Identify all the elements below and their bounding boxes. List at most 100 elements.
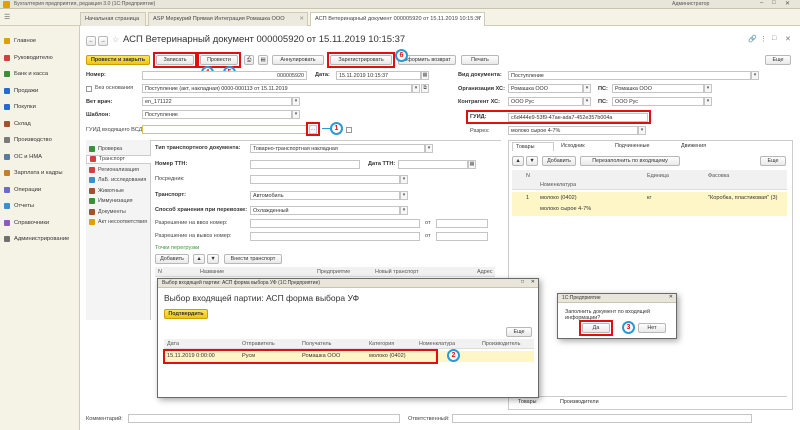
number-field[interactable]: 000005920 [142, 71, 307, 80]
right-tab[interactable]: Подчиненные [612, 142, 674, 151]
post-and-close-button[interactable]: Провести и закрыть [86, 55, 150, 65]
more-icon[interactable]: ⋮ [760, 35, 767, 43]
ps-field[interactable]: Ромашка ООО [612, 84, 704, 93]
back-button[interactable]: ← [86, 36, 96, 46]
chevron-down-icon[interactable]: ▾ [583, 97, 591, 106]
add-point-button[interactable]: Добавить [155, 254, 189, 264]
move-up-button[interactable]: ▲ [512, 156, 524, 166]
doc-type-field[interactable]: Поступление [508, 71, 751, 80]
sidebar-item[interactable]: Зарплата и кадры [4, 168, 63, 178]
move-up-button[interactable]: ▲ [193, 254, 205, 264]
contractor-field[interactable]: ООО Рус [508, 97, 583, 106]
tab-vet-document[interactable]: АСП Ветеринарный документ 000005920 от 1… [310, 12, 485, 26]
sidebar-item[interactable]: Операции [4, 185, 41, 195]
transport-field[interactable]: Автомобиль [250, 191, 400, 200]
export-permit-field[interactable] [250, 232, 420, 241]
sidebar-item[interactable]: Производство [4, 135, 52, 145]
tab-asp-integration[interactable]: ASP Меркурий Прямая Интеграция Ромашка О… [148, 12, 308, 26]
move-down-button[interactable]: ▼ [526, 156, 538, 166]
date-field[interactable]: 15.11.2019 10:15:37 [336, 71, 421, 80]
without-basis-checkbox[interactable] [86, 86, 92, 92]
chevron-down-icon[interactable]: ▾ [292, 97, 300, 106]
calendar-icon[interactable]: ▦ [421, 71, 429, 80]
refill-by-incoming-button[interactable]: Перезаполнить по входящему [580, 156, 680, 166]
sidebar-item[interactable]: Руководителю [4, 53, 53, 63]
checkbox[interactable] [346, 127, 352, 133]
chevron-down-icon[interactable]: ▾ [751, 71, 759, 80]
sidebar-item[interactable]: Справочники [4, 218, 49, 228]
comment-field[interactable] [128, 414, 400, 423]
tab-home[interactable]: Начальная страница [80, 12, 146, 26]
close-icon[interactable]: ✕ [299, 16, 304, 22]
chevron-down-icon[interactable]: ▾ [638, 126, 646, 135]
transport-doc-type-field[interactable]: Товарно-транспортная накладная [250, 144, 425, 153]
vertical-tab[interactable]: Регионализация [86, 165, 151, 174]
responsible-field[interactable] [452, 414, 752, 423]
add-transport-button[interactable]: Внести транспорт [224, 254, 282, 264]
maximize-icon[interactable]: □ [772, 0, 776, 6]
storage-field[interactable]: Охлажденный [250, 206, 400, 215]
no-button[interactable]: Нет [638, 323, 666, 333]
chevron-down-icon[interactable]: ▾ [400, 191, 408, 200]
calendar-icon[interactable]: ▦ [468, 160, 476, 169]
maximize-form-icon[interactable]: □ [772, 35, 776, 42]
link-icon[interactable]: 🔗 [748, 35, 757, 43]
org-field[interactable]: Ромашка ООО [508, 84, 583, 93]
attach-button[interactable]: ⎙ [244, 55, 254, 65]
chevron-down-icon[interactable]: ▾ [425, 144, 433, 153]
breakdown-field[interactable]: молоко сырое 4-7% [508, 126, 638, 135]
vertical-tab[interactable]: Животные [86, 186, 151, 195]
template-field[interactable]: Поступление [142, 110, 292, 119]
close-icon[interactable]: ✕ [476, 16, 481, 22]
favorite-star-icon[interactable]: ☆ [112, 35, 119, 44]
open-icon[interactable]: ⧉ [421, 84, 429, 93]
print-button[interactable]: Печать [461, 55, 499, 65]
close-form-icon[interactable]: ✕ [785, 35, 791, 43]
incoming-guid-field[interactable] [142, 125, 307, 134]
sidebar-item[interactable]: Главное [4, 36, 36, 46]
vertical-tab[interactable]: Проверка [86, 144, 151, 153]
right-tab[interactable]: Движения [678, 142, 736, 151]
vet-field[interactable]: en_171122 [142, 97, 292, 106]
forward-button[interactable]: → [98, 36, 108, 46]
move-down-button[interactable]: ▼ [207, 254, 219, 264]
close-icon[interactable]: ✕ [531, 279, 535, 285]
ttn-date-field[interactable] [398, 160, 468, 169]
current-user[interactable]: Администратор [672, 1, 709, 7]
sidebar-item[interactable]: Покупки [4, 102, 36, 112]
vertical-tab[interactable]: Документы [86, 207, 151, 216]
sidebar-item[interactable]: Склад [4, 119, 31, 129]
vertical-tab[interactable]: Акт несоответствия [86, 218, 151, 227]
minimize-icon[interactable]: – [760, 0, 763, 6]
more-button[interactable]: Еще [765, 55, 791, 65]
import-permit-field[interactable] [250, 219, 420, 228]
basis-field[interactable]: Поступление (акт, накладная) 0000-000113… [142, 84, 412, 93]
confirm-button[interactable]: Подтвердить [164, 309, 208, 319]
sidebar-item[interactable]: Продажи [4, 86, 38, 96]
add-goods-button[interactable]: Добавить [542, 156, 576, 166]
export-permit-date[interactable] [436, 232, 488, 241]
chevron-down-icon[interactable]: ▾ [704, 97, 712, 106]
ps2-field[interactable]: ООО Рус [612, 97, 704, 106]
bottom-tab[interactable]: Товары [518, 399, 537, 405]
sidebar-item[interactable]: Администрирование [4, 234, 69, 244]
right-tab[interactable]: Исходник [558, 142, 608, 151]
chevron-down-icon[interactable]: ▾ [400, 206, 408, 215]
vertical-tab[interactable]: Иммунизация [86, 197, 151, 206]
chevron-down-icon[interactable]: ▾ [704, 84, 712, 93]
chevron-down-icon[interactable]: ▾ [412, 84, 420, 93]
chevron-down-icon[interactable]: ▾ [583, 84, 591, 93]
maximize-icon[interactable]: □ [521, 279, 524, 285]
intermediary-field[interactable] [250, 175, 400, 184]
more-button[interactable]: Еще [760, 156, 786, 166]
vertical-tab[interactable]: Транспорт [86, 154, 151, 164]
bottom-tab[interactable]: Производители [560, 399, 599, 405]
right-tab[interactable]: Товары [512, 142, 554, 151]
more-button[interactable]: Еще [506, 327, 532, 337]
chevron-down-icon[interactable]: ▾ [400, 175, 408, 184]
chevron-down-icon[interactable]: ▾ [292, 110, 300, 119]
sidebar-item[interactable]: Банк и касса [4, 69, 48, 79]
sidebar-item[interactable]: Отчеты [4, 201, 34, 211]
table-row[interactable]: 1 молоко (0402) молоко сырое 4-7% кг "Ко… [512, 192, 787, 216]
vertical-tab[interactable]: ЛаБ. исследования [86, 176, 151, 185]
